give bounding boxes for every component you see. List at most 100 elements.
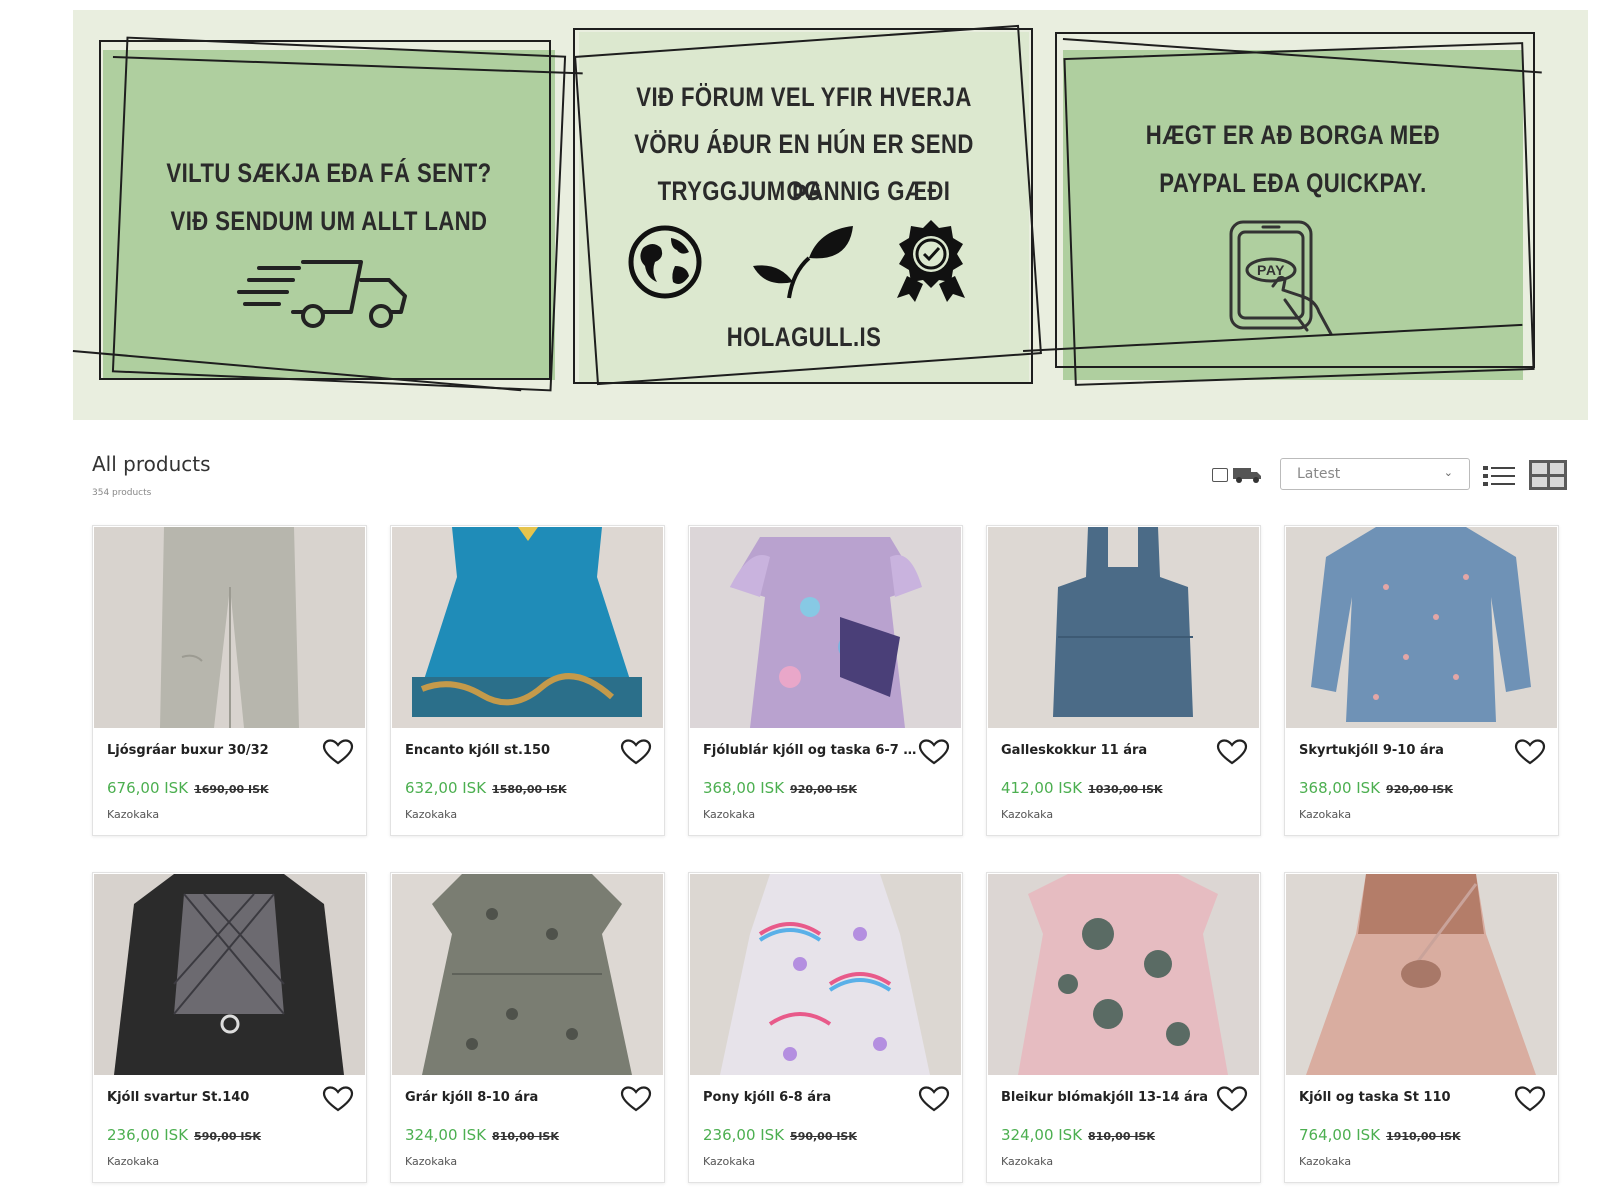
product-card[interactable]: Ljósgráar buxur 30/32 676,00 ISK 1690,00 … — [92, 525, 367, 836]
product-image[interactable] — [1286, 874, 1557, 1075]
product-image[interactable] — [690, 874, 961, 1075]
product-name[interactable]: Fjólublár kjóll og taska 6-7 ára — [703, 743, 919, 758]
original-price: 590,00 ISK — [790, 1130, 857, 1143]
product-category[interactable]: Kazokaka — [1299, 808, 1351, 821]
sale-price: 324,00 ISK — [405, 1126, 487, 1144]
quality-badge-icon — [897, 220, 965, 302]
wishlist-heart-icon[interactable] — [1216, 738, 1248, 766]
delivery-truck-icon — [237, 260, 407, 328]
wishlist-heart-icon[interactable] — [322, 738, 354, 766]
product-category[interactable]: Kazokaka — [703, 808, 755, 821]
product-name[interactable]: Bleikur blómakjóll 13-14 ára — [1001, 1090, 1217, 1105]
product-category[interactable]: Kazokaka — [107, 808, 159, 821]
page-title: All products — [92, 452, 211, 476]
product-category[interactable]: Kazokaka — [703, 1155, 755, 1168]
price-row: 236,00 ISK 590,00 ISK — [107, 1126, 261, 1144]
product-name[interactable]: Galleskokkur 11 ára — [1001, 743, 1217, 758]
original-price: 810,00 ISK — [492, 1130, 559, 1143]
product-name[interactable]: Grár kjóll 8-10 ára — [405, 1090, 621, 1105]
price-row: 764,00 ISK 1910,00 ISK — [1299, 1126, 1461, 1144]
wishlist-heart-icon[interactable] — [322, 1085, 354, 1113]
product-name[interactable]: Pony kjóll 6-8 ára — [703, 1090, 919, 1105]
sale-price: 236,00 ISK — [703, 1126, 785, 1144]
product-card[interactable]: Fjólublár kjóll og taska 6-7 ára 368,00 … — [688, 525, 963, 836]
sale-price: 676,00 ISK — [107, 779, 189, 797]
price-row: 412,00 ISK 1030,00 ISK — [1001, 779, 1163, 797]
promo-banner: VILTU SÆKJA EÐA FÁ SENT? VIÐ SENDUM UM A… — [72, 10, 1588, 420]
shipping-filter-checkbox[interactable] — [1212, 468, 1228, 482]
shipping-text-line1: VILTU SÆKJA EÐA FÁ SENT? — [166, 158, 492, 188]
product-category[interactable]: Kazokaka — [107, 1155, 159, 1168]
product-image[interactable] — [1286, 527, 1557, 728]
list-view-icon[interactable] — [1482, 463, 1516, 489]
product-card[interactable]: Bleikur blómakjóll 13-14 ára 324,00 ISK 8… — [986, 872, 1261, 1183]
shipping-panel: VILTU SÆKJA EÐA FÁ SENT? VIÐ SENDUM UM A… — [103, 50, 555, 380]
wishlist-heart-icon[interactable] — [1514, 738, 1546, 766]
sale-price: 412,00 ISK — [1001, 779, 1083, 797]
product-card[interactable]: Kjóll svartur St.140 236,00 ISK 590,00 IS… — [92, 872, 367, 1183]
wishlist-heart-icon[interactable] — [1216, 1085, 1248, 1113]
sale-price: 368,00 ISK — [1299, 779, 1381, 797]
price-row: 324,00 ISK 810,00 ISK — [405, 1126, 559, 1144]
product-category[interactable]: Kazokaka — [1001, 1155, 1053, 1168]
product-card[interactable]: Galleskokkur 11 ára 412,00 ISK 1030,00 IS… — [986, 525, 1261, 836]
sale-price: 368,00 ISK — [703, 779, 785, 797]
grid-view-icon[interactable] — [1529, 460, 1567, 490]
wishlist-heart-icon[interactable] — [1514, 1085, 1546, 1113]
price-row: 236,00 ISK 590,00 ISK — [703, 1126, 857, 1144]
shipping-text-line2: VIÐ SENDUM UM ALLT LAND — [170, 206, 488, 236]
product-card[interactable]: Skyrtukjóll 9-10 ára 368,00 ISK 920,00 IS… — [1284, 525, 1559, 836]
product-count: 354 products — [92, 488, 152, 498]
chevron-down-icon: ⌄ — [1443, 466, 1453, 479]
original-price: 920,00 ISK — [1386, 783, 1453, 796]
product-image[interactable] — [988, 527, 1259, 728]
original-price: 810,00 ISK — [1088, 1130, 1155, 1143]
product-category[interactable]: Kazokaka — [1299, 1155, 1351, 1168]
product-image[interactable] — [392, 874, 663, 1075]
product-card[interactable]: Grár kjóll 8-10 ára 324,00 ISK 810,00 ISK… — [390, 872, 665, 1183]
original-price: 1030,00 ISK — [1088, 783, 1163, 796]
product-image[interactable] — [988, 874, 1259, 1075]
product-image[interactable] — [690, 527, 961, 728]
wishlist-heart-icon[interactable] — [918, 1085, 950, 1113]
price-row: 368,00 ISK 920,00 ISK — [703, 779, 857, 797]
product-card[interactable]: Kjóll og taska St 110 764,00 ISK 1910,00 … — [1284, 872, 1559, 1183]
product-image[interactable] — [94, 527, 365, 728]
payment-panel: HÆGT ER AÐ BORGA MEÐ PAYPAL EÐA QUICKPAY… — [1063, 50, 1523, 380]
product-name[interactable]: Ljósgráar buxur 30/32 — [107, 743, 323, 758]
product-image[interactable] — [392, 527, 663, 728]
wishlist-heart-icon[interactable] — [620, 738, 652, 766]
price-row: 324,00 ISK 810,00 ISK — [1001, 1126, 1155, 1144]
leaf-icon — [753, 226, 853, 299]
shipping-filter-toggle[interactable] — [1212, 466, 1262, 484]
product-category[interactable]: Kazokaka — [405, 808, 457, 821]
product-category[interactable]: Kazokaka — [1001, 808, 1053, 821]
sale-price: 764,00 ISK — [1299, 1126, 1381, 1144]
original-price: 1690,00 ISK — [194, 783, 269, 796]
price-row: 632,00 ISK 1580,00 ISK — [405, 779, 567, 797]
payment-text-line1: HÆGT ER AÐ BORGA MEÐ — [1145, 120, 1441, 150]
truck-icon — [1233, 468, 1261, 483]
sort-select[interactable]: Latest ⌄ — [1280, 458, 1470, 490]
product-card[interactable]: Encanto kjóll st.150 632,00 ISK 1580,00 I… — [390, 525, 665, 836]
quality-text-line3: TRYGGJUM ÞANNIG GÆÐI — [657, 176, 951, 206]
globe-icon — [628, 225, 702, 299]
product-name[interactable]: Encanto kjóll st.150 — [405, 743, 621, 758]
original-price: 920,00 ISK — [790, 783, 857, 796]
price-row: 368,00 ISK 920,00 ISK — [1299, 779, 1453, 797]
sale-price: 236,00 ISK — [107, 1126, 189, 1144]
site-name: HOLAGULL.IS — [726, 322, 882, 352]
product-name[interactable]: Kjóll svartur St.140 — [107, 1090, 323, 1105]
product-name[interactable]: Kjóll og taska St 110 — [1299, 1090, 1515, 1105]
original-price: 590,00 ISK — [194, 1130, 261, 1143]
product-name[interactable]: Skyrtukjóll 9-10 ára — [1299, 743, 1515, 758]
original-price: 1910,00 ISK — [1386, 1130, 1461, 1143]
pay-label: PAY — [1257, 262, 1285, 278]
product-image[interactable] — [94, 874, 365, 1075]
sale-price: 324,00 ISK — [1001, 1126, 1083, 1144]
sort-selected-value: Latest — [1297, 466, 1341, 482]
wishlist-heart-icon[interactable] — [620, 1085, 652, 1113]
product-card[interactable]: Pony kjóll 6-8 ára 236,00 ISK 590,00 ISK K… — [688, 872, 963, 1183]
wishlist-heart-icon[interactable] — [918, 738, 950, 766]
product-category[interactable]: Kazokaka — [405, 1155, 457, 1168]
